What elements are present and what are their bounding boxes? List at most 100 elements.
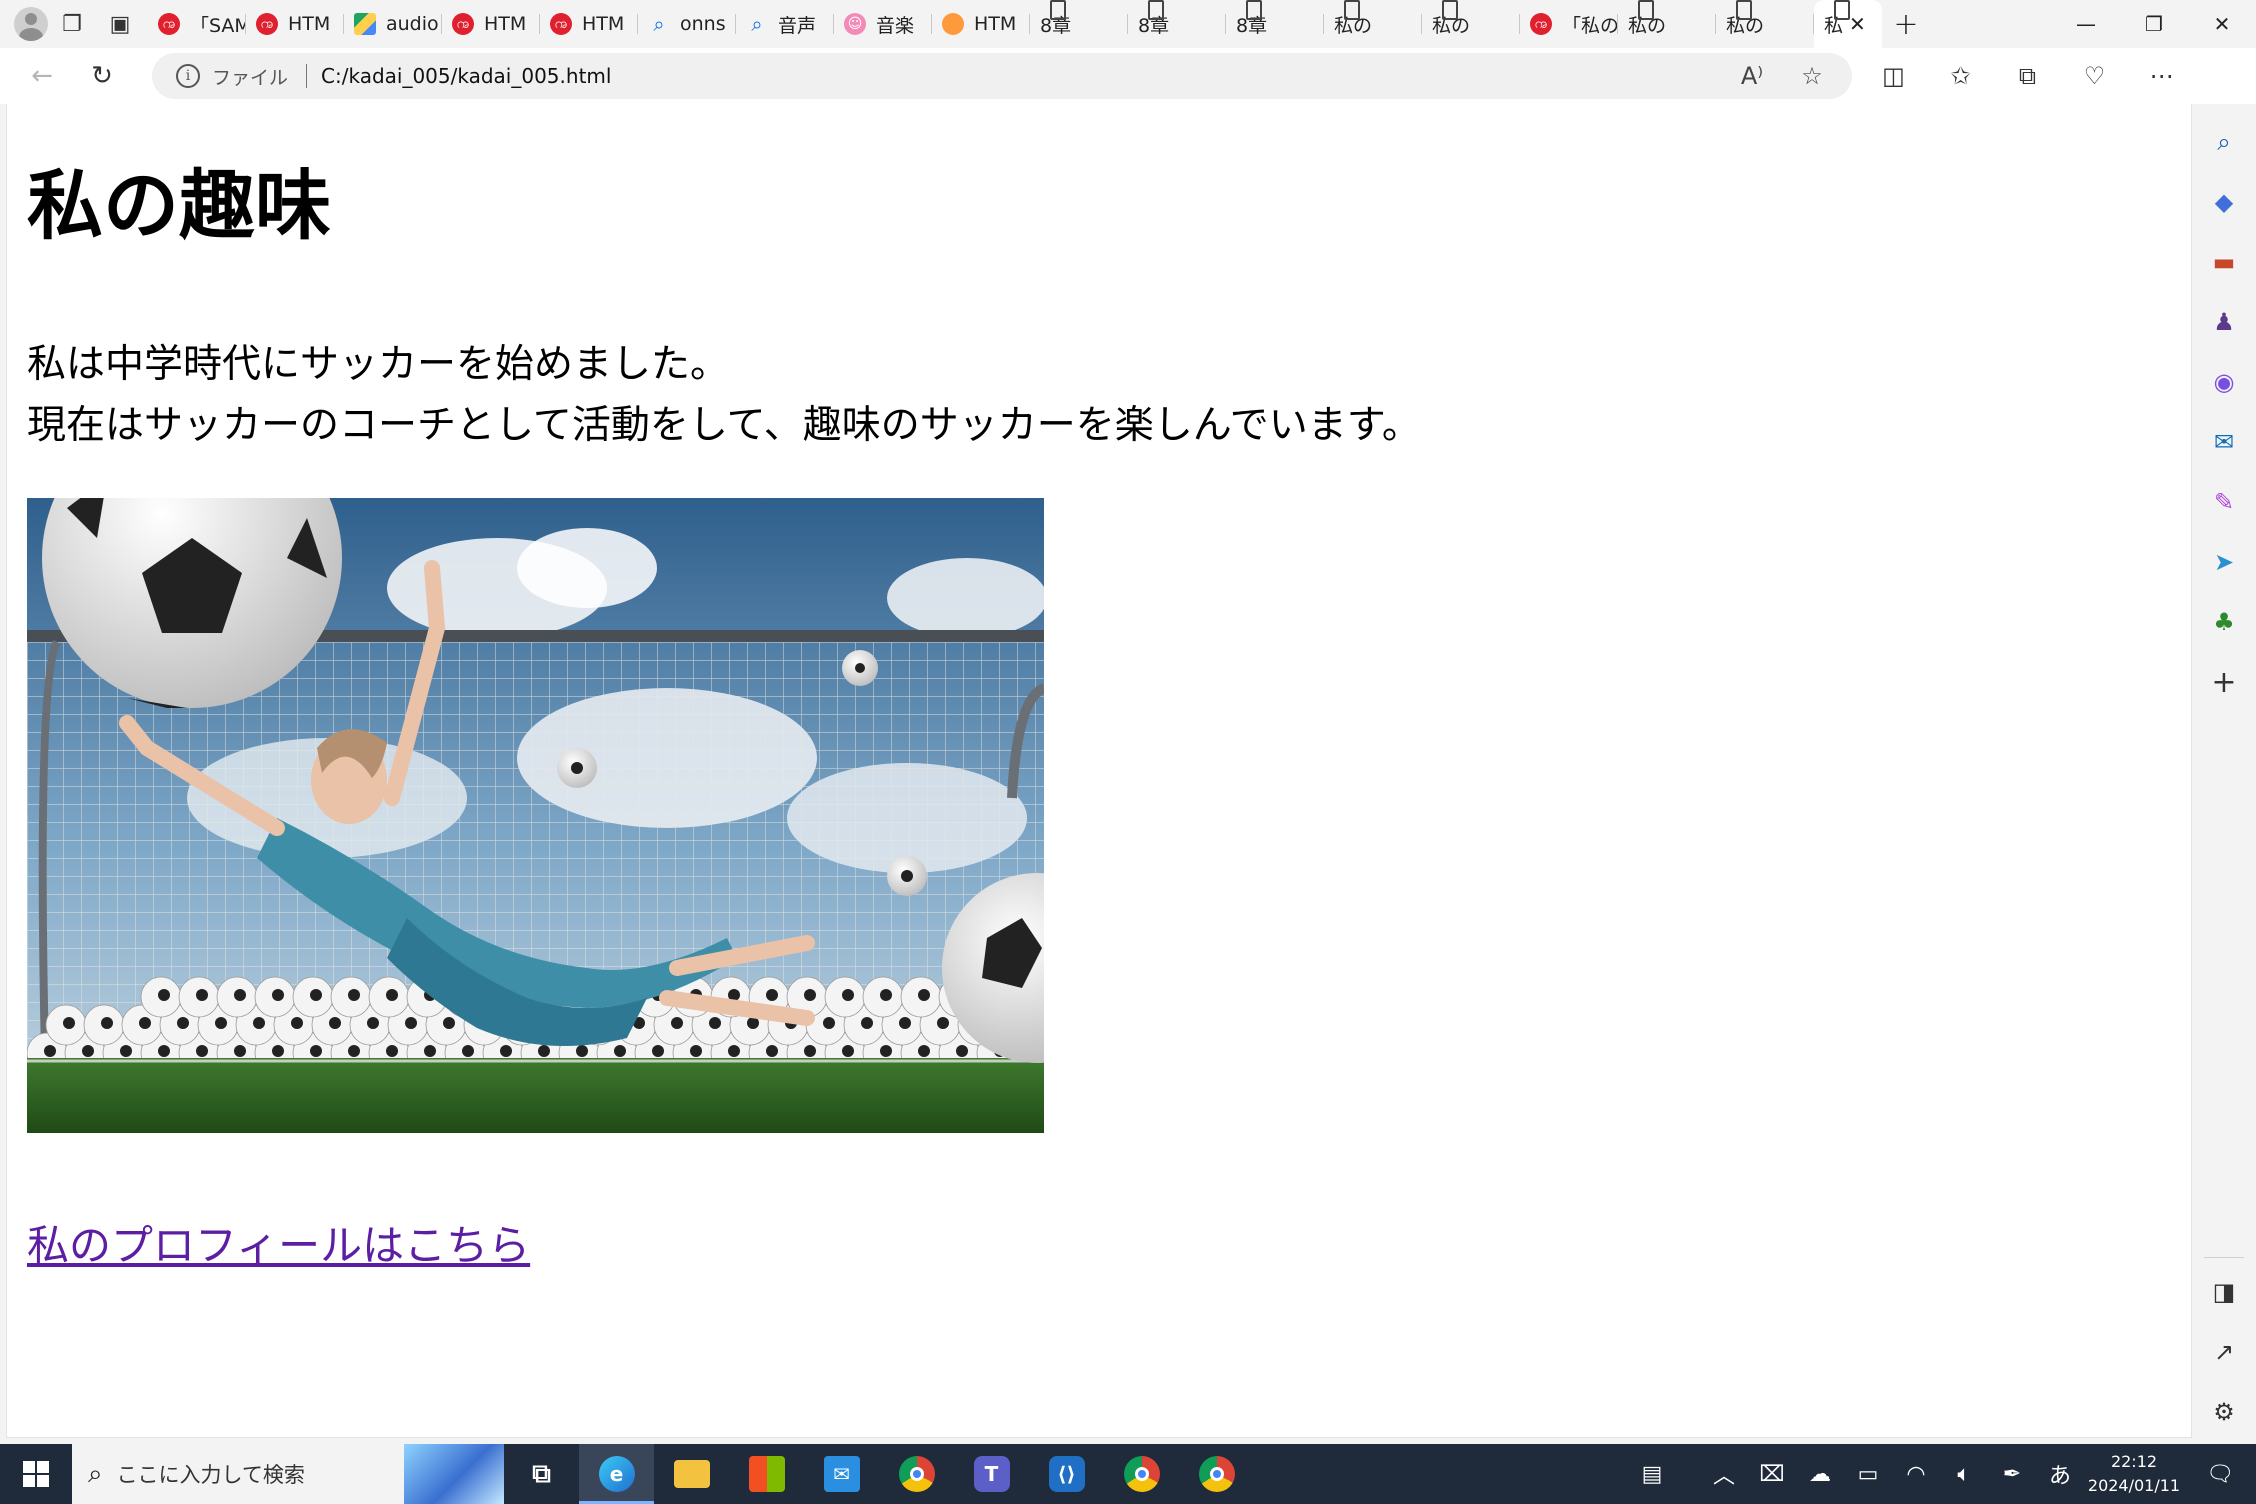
red-swirl-icon: ꩠ bbox=[158, 13, 180, 35]
pile-ball-patch bbox=[462, 1045, 474, 1057]
new-tab-button[interactable]: + bbox=[1882, 0, 1930, 48]
news-widget-icon[interactable]: ▤ bbox=[1628, 1444, 1676, 1504]
tab-list: ꩠ 「SAM ꩠ HTM audio ꩠ HTM ꩠ HTM ⌕ onns ⌕ 音声 ☺ 音楽 HTM 8章 8章… bbox=[148, 0, 1882, 48]
pile-ball-patch bbox=[215, 1017, 227, 1029]
back-button[interactable]: ← bbox=[18, 52, 66, 100]
close-tab-icon[interactable]: ✕ bbox=[1849, 12, 1866, 36]
tab-active[interactable]: 私 ✕ bbox=[1814, 0, 1882, 48]
notifications-icon[interactable]: 🗨︎ bbox=[2184, 1444, 2256, 1504]
chess-icon[interactable]: ♟ bbox=[2206, 304, 2242, 340]
favorites-icon[interactable]: ✩ bbox=[1927, 52, 1994, 100]
pile-ball-patch bbox=[899, 1017, 911, 1029]
settings-icon[interactable]: ⚙ bbox=[2206, 1394, 2242, 1430]
taskbar-search-box[interactable]: ⌕ ここに入力して検索 bbox=[72, 1444, 504, 1504]
wifi-icon[interactable]: ◠ bbox=[1892, 1444, 1940, 1504]
clock[interactable]: 22:12 2024/01/11 bbox=[2084, 1450, 2184, 1498]
minimize-button[interactable]: — bbox=[2052, 0, 2120, 48]
windows-taskbar: ⌕ ここに入力して検索 ⧉ e ✉ T ⟨⟩ ▤ ︿ ⌧ ☁ ▭ ◠ 🔈︎ ✒ … bbox=[0, 1444, 2256, 1504]
pile-ball-patch bbox=[766, 989, 778, 1001]
pile-ball-patch bbox=[804, 989, 816, 1001]
meet-now-icon[interactable]: ⌧ bbox=[1748, 1444, 1796, 1504]
profile-avatar[interactable] bbox=[14, 7, 48, 41]
pile-ball-patch bbox=[918, 1045, 930, 1057]
tab[interactable]: 8章 bbox=[1030, 0, 1128, 48]
edge-icon[interactable]: e bbox=[579, 1444, 654, 1504]
tab[interactable]: ꩠ 「SAM bbox=[148, 0, 246, 48]
chrome-icon[interactable] bbox=[1179, 1444, 1254, 1504]
address-url[interactable]: C:/kadai_005/kadai_005.html bbox=[321, 64, 611, 88]
tab[interactable]: audio bbox=[344, 0, 442, 48]
add-icon[interactable]: + bbox=[2206, 664, 2242, 700]
page-icon bbox=[1736, 0, 1752, 20]
close-window-button[interactable]: ✕ bbox=[2188, 0, 2256, 48]
outlook-icon[interactable]: ✉ bbox=[2206, 424, 2242, 460]
split-screen-icon[interactable]: ◫ bbox=[1860, 52, 1927, 100]
vertical-tabs-icon[interactable]: ▣ bbox=[96, 0, 144, 48]
tab[interactable]: ⌕ onns bbox=[638, 0, 736, 48]
ime-indicator[interactable]: あ bbox=[2036, 1444, 2084, 1504]
task-view-icon[interactable]: ⧉ bbox=[504, 1444, 579, 1504]
pile-ball-patch bbox=[424, 1045, 436, 1057]
tab-label: 「私の bbox=[1562, 14, 1618, 37]
pile-ball-patch bbox=[500, 1045, 512, 1057]
toolbox-icon[interactable]: ▬ bbox=[2206, 244, 2242, 280]
tag-icon[interactable]: ◆ bbox=[2206, 184, 2242, 220]
address-bar[interactable]: i ファイル C:/kadai_005/kadai_005.html A⁾ ☆ bbox=[152, 53, 1852, 99]
tree-icon[interactable]: ♣ bbox=[2206, 604, 2242, 640]
tab[interactable]: ☺ 音楽 bbox=[834, 0, 932, 48]
site-info-icon[interactable]: i bbox=[176, 64, 200, 88]
read-aloud-icon[interactable]: A⁾ bbox=[1722, 62, 1782, 90]
refresh-button[interactable]: ↻ bbox=[78, 52, 126, 100]
tab[interactable]: HTM bbox=[932, 0, 1030, 48]
vscode-icon[interactable]: ⟨⟩ bbox=[1029, 1444, 1104, 1504]
external-link-icon[interactable]: ↗ bbox=[2206, 1334, 2242, 1370]
battery-icon[interactable]: ▭ bbox=[1844, 1444, 1892, 1504]
microsoft365-icon[interactable]: ◉ bbox=[2206, 364, 2242, 400]
restore-button[interactable]: ❐ bbox=[2120, 0, 2188, 48]
show-hidden-icons-icon[interactable]: ︿ bbox=[1700, 1444, 1748, 1504]
search-highlight-image bbox=[404, 1444, 504, 1504]
start-button[interactable] bbox=[0, 1444, 72, 1504]
chrome-icon[interactable] bbox=[879, 1444, 954, 1504]
pile-ball-patch bbox=[937, 1017, 949, 1029]
pen-icon[interactable]: ✒ bbox=[1988, 1444, 2036, 1504]
tab-label: HTM bbox=[582, 13, 625, 35]
tab[interactable]: 8章 bbox=[1226, 0, 1324, 48]
address-scheme-label: ファイル bbox=[212, 66, 289, 89]
designer-icon[interactable]: ✎ bbox=[2206, 484, 2242, 520]
workspaces-icon[interactable]: ❐ bbox=[48, 0, 96, 48]
red-swirl-icon: ꩠ bbox=[256, 13, 278, 35]
tab[interactable]: 私の bbox=[1618, 0, 1716, 48]
mail-icon[interactable]: ✉ bbox=[804, 1444, 879, 1504]
teams-icon[interactable]: T bbox=[954, 1444, 1029, 1504]
send-icon[interactable]: ➤ bbox=[2206, 544, 2242, 580]
tab[interactable]: 8章 bbox=[1128, 0, 1226, 48]
chrome-profile-icon[interactable] bbox=[1104, 1444, 1179, 1504]
browser-essentials-icon[interactable]: ♡ bbox=[2061, 52, 2128, 100]
tab[interactable]: ꩠ HTM bbox=[246, 0, 344, 48]
file-explorer-icon[interactable] bbox=[654, 1444, 729, 1504]
page-icon bbox=[1638, 0, 1654, 20]
favorite-star-icon[interactable]: ☆ bbox=[1782, 62, 1842, 90]
tab[interactable]: ⌕ 音声 bbox=[736, 0, 834, 48]
tab[interactable]: 私の bbox=[1716, 0, 1814, 48]
pile-ball-patch bbox=[234, 1045, 246, 1057]
tab[interactable]: 私の bbox=[1422, 0, 1520, 48]
tab[interactable]: 私の bbox=[1324, 0, 1422, 48]
more-menu-icon[interactable]: ⋯ bbox=[2128, 52, 2195, 100]
profile-link[interactable]: 私のプロフィールはこちら bbox=[27, 1212, 530, 1273]
pile-ball-patch bbox=[158, 1045, 170, 1057]
store-icon[interactable] bbox=[729, 1444, 804, 1504]
collections-icon[interactable]: ⧉ bbox=[1994, 52, 2061, 100]
pile-ball-patch bbox=[272, 1045, 284, 1057]
tab[interactable]: ꩠ 「私の bbox=[1520, 0, 1618, 48]
page-heading: 私の趣味 bbox=[27, 161, 331, 250]
tab[interactable]: ꩠ HTM bbox=[442, 0, 540, 48]
onedrive-icon[interactable]: ☁ bbox=[1796, 1444, 1844, 1504]
tab-label: onns bbox=[680, 13, 726, 35]
page-icon bbox=[1246, 0, 1262, 20]
search-icon[interactable]: ⌕ bbox=[2206, 124, 2242, 160]
sidebar-toggle-icon[interactable]: ◨ bbox=[2206, 1274, 2242, 1310]
tab[interactable]: ꩠ HTM bbox=[540, 0, 638, 48]
volume-icon[interactable]: 🔈︎ bbox=[1940, 1444, 1988, 1504]
